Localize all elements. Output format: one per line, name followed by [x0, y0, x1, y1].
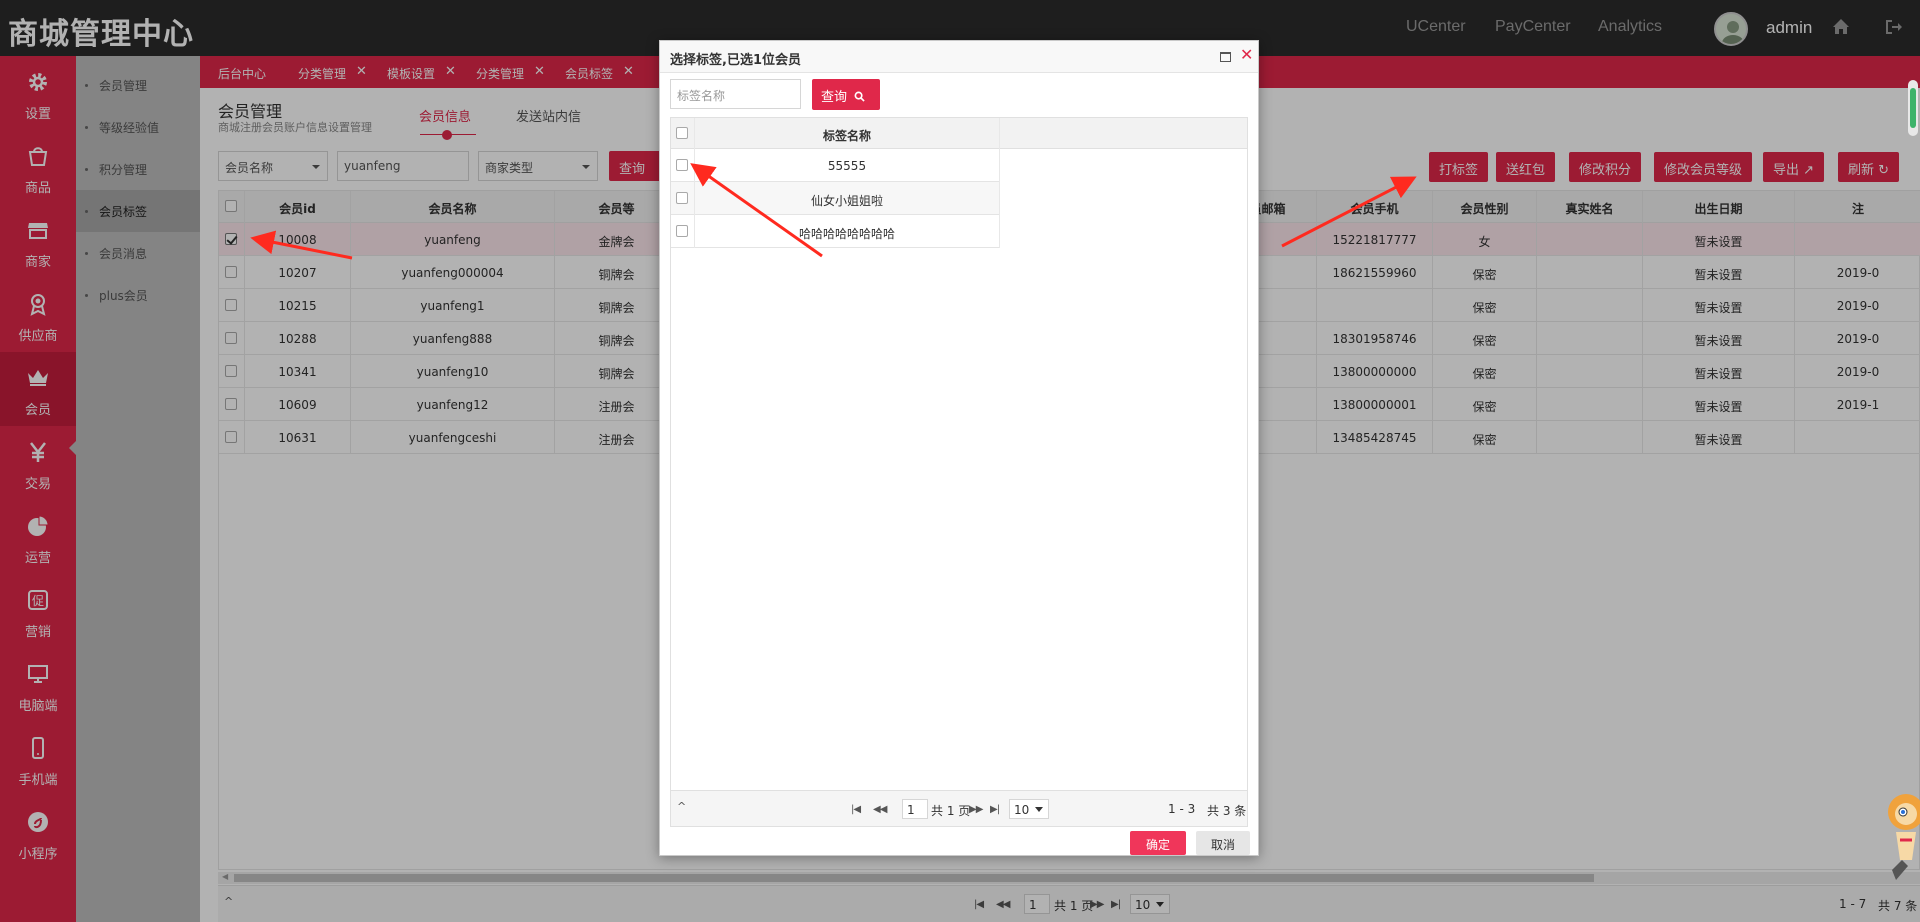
page-size-value: 10	[1014, 803, 1030, 817]
tag-row[interactable]: 55555	[671, 149, 1000, 182]
row-checkbox-cell	[671, 182, 695, 215]
select-tag-dialog: 选择标签,已选1位会员 ✕ 标签名称 查询 标签名称 55555 仙女小姐姐啦 哈哈…	[659, 40, 1259, 856]
tag-checkbox[interactable]	[676, 159, 688, 171]
header-checkbox-cell	[671, 118, 695, 149]
tag-checkbox[interactable]	[676, 192, 688, 204]
tag-checkbox[interactable]	[676, 225, 688, 237]
page-scrollbar[interactable]	[1908, 80, 1918, 136]
record-total: 共 3 条	[1207, 804, 1247, 818]
cancel-button[interactable]: 取消	[1196, 831, 1250, 855]
close-icon[interactable]: ✕	[1240, 46, 1253, 64]
tag-table-header: 标签名称	[671, 118, 1247, 149]
last-page-icon[interactable]: ▶|	[990, 804, 1000, 815]
dialog-titlebar: 选择标签,已选1位会员 ✕	[660, 41, 1258, 73]
mascot-illustration	[1872, 790, 1920, 890]
tag-query-button[interactable]: 查询	[812, 79, 880, 110]
tag-name: 仙女小姐姐啦	[695, 182, 1000, 215]
tag-search-input[interactable]: 标签名称	[670, 79, 801, 109]
tag-pager: ^ |◀ ◀◀ 1 共 1 页 ▶▶ ▶| 10 1 - 3 共 3 条	[670, 791, 1248, 827]
row-checkbox-cell	[671, 215, 695, 248]
page-input[interactable]: 1	[902, 799, 928, 819]
tag-row[interactable]: 哈哈哈哈哈哈哈哈	[671, 215, 1000, 248]
query-label: 查询	[821, 90, 848, 105]
select-all-tags-checkbox[interactable]	[676, 127, 688, 139]
total-pages: 共 1 页	[931, 804, 971, 818]
first-page-icon[interactable]: |◀	[851, 804, 861, 815]
row-checkbox-cell	[671, 149, 695, 182]
tag-row[interactable]: 仙女小姐姐啦	[671, 182, 1000, 215]
maximize-icon[interactable]	[1220, 52, 1231, 62]
next-page-icon[interactable]: ▶▶	[969, 804, 983, 815]
tag-name: 哈哈哈哈哈哈哈哈	[695, 215, 1000, 248]
collapse-icon[interactable]: ^	[677, 800, 686, 813]
scrollbar-thumb[interactable]	[1910, 88, 1916, 128]
tag-table: 标签名称 55555 仙女小姐姐啦 哈哈哈哈哈哈哈哈	[670, 117, 1248, 791]
page-size-select[interactable]: 10	[1009, 799, 1049, 819]
record-range: 1 - 3	[1168, 802, 1196, 816]
dialog-footer: 确定 取消	[660, 827, 1258, 855]
prev-page-icon[interactable]: ◀◀	[873, 804, 887, 815]
tag-name: 55555	[695, 149, 1000, 182]
confirm-button[interactable]: 确定	[1130, 831, 1186, 855]
dialog-title: 选择标签,已选1位会员	[670, 53, 801, 68]
search-icon	[851, 90, 865, 105]
column-header[interactable]: 标签名称	[695, 118, 1000, 149]
